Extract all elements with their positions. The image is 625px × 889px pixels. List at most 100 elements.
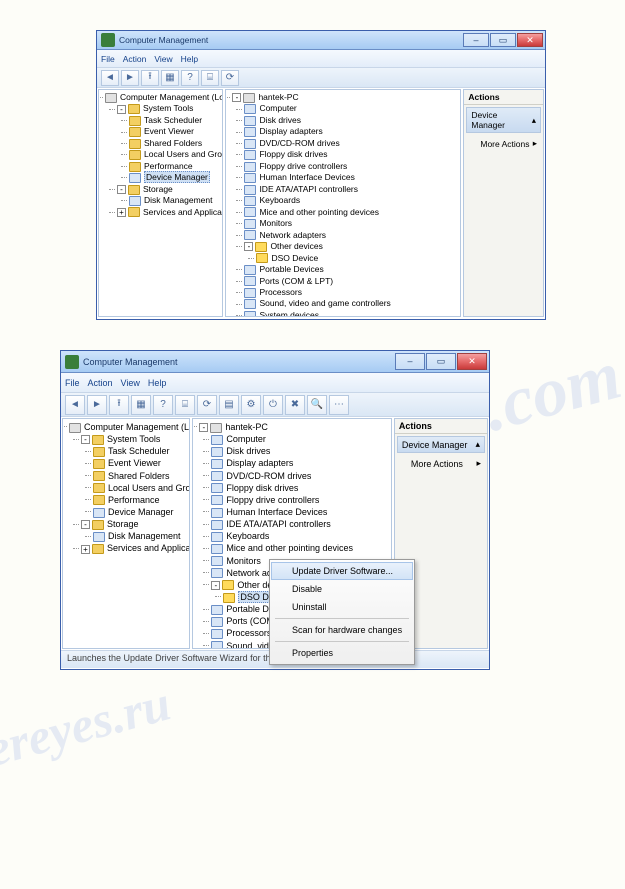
tree-item[interactable]: System devices xyxy=(244,310,458,317)
extra-icon[interactable]: ⋯ xyxy=(329,395,349,415)
tree-item[interactable]: Event Viewer xyxy=(129,126,220,137)
up-icon[interactable]: ⭱ xyxy=(109,395,129,415)
actions-section[interactable]: Device Manager▴ xyxy=(397,436,485,453)
forward-icon[interactable]: ► xyxy=(87,395,107,415)
menu-help[interactable]: Help xyxy=(181,54,198,64)
update-driver-icon[interactable]: ⚙ xyxy=(241,395,261,415)
scan-icon[interactable]: 🔍 xyxy=(307,395,327,415)
tree-item[interactable]: Local Users and Groups xyxy=(129,149,220,160)
tree-item[interactable]: Floppy drive controllers xyxy=(244,161,458,172)
expand-icon[interactable]: - xyxy=(117,185,126,194)
menu-scan-hardware[interactable]: Scan for hardware changes xyxy=(271,621,413,639)
tree-item[interactable]: Task Scheduler xyxy=(129,115,220,126)
tree-item[interactable]: Event Viewer xyxy=(93,457,187,469)
tree-item[interactable]: DVD/CD-ROM drives xyxy=(211,470,388,482)
tree-item[interactable]: -Other devices DSO Device xyxy=(244,241,458,264)
tree-item[interactable]: +Services and Applications xyxy=(117,207,220,218)
menu-view[interactable]: View xyxy=(154,54,172,64)
back-icon[interactable]: ◄ xyxy=(65,395,85,415)
expand-icon[interactable]: + xyxy=(117,208,126,217)
menu-disable[interactable]: Disable xyxy=(271,580,413,598)
help-icon[interactable]: ? xyxy=(153,395,173,415)
tree-item[interactable]: Mice and other pointing devices xyxy=(244,207,458,218)
export-icon[interactable]: ▤ xyxy=(219,395,239,415)
expand-icon[interactable]: - xyxy=(117,105,126,114)
tree-item[interactable]: Keyboards xyxy=(211,530,388,542)
tree-item[interactable]: DVD/CD-ROM drives xyxy=(244,138,458,149)
expand-icon[interactable]: - xyxy=(81,520,90,529)
menu-update-driver[interactable]: Update Driver Software... xyxy=(271,562,413,580)
menu-uninstall[interactable]: Uninstall xyxy=(271,598,413,616)
tree-item[interactable]: Computer xyxy=(211,433,388,445)
close-button[interactable]: ✕ xyxy=(457,353,487,370)
help-icon[interactable]: ? xyxy=(181,70,199,86)
tree-item-device-manager[interactable]: Device Manager xyxy=(93,506,187,518)
menu-file[interactable]: File xyxy=(65,378,80,388)
tree-item[interactable]: +Services and Applications xyxy=(81,542,187,554)
tree-item[interactable]: Processors xyxy=(244,287,458,298)
tree-item[interactable]: Performance xyxy=(93,494,187,506)
menu-view[interactable]: View xyxy=(121,378,140,388)
tree-item[interactable]: IDE ATA/ATAPI controllers xyxy=(244,184,458,195)
maximize-button[interactable]: ▭ xyxy=(426,353,456,370)
tree-item[interactable]: Floppy drive controllers xyxy=(211,494,388,506)
tree-item[interactable]: Disk Management xyxy=(93,530,187,542)
actions-more[interactable]: More Actions▸ xyxy=(464,135,543,152)
tree-item[interactable]: Keyboards xyxy=(244,195,458,206)
tree-item[interactable]: Monitors xyxy=(244,218,458,229)
device-tree[interactable]: -hantek-PC Computer Disk drives Display … xyxy=(225,89,461,317)
tree-item[interactable]: Shared Folders xyxy=(129,138,220,149)
expand-icon[interactable]: + xyxy=(81,545,90,554)
forward-icon[interactable]: ► xyxy=(121,70,139,86)
maximize-button[interactable]: ▭ xyxy=(490,33,516,47)
tree-item[interactable]: Network adapters xyxy=(244,230,458,241)
tree-item[interactable]: Disk drives xyxy=(211,445,388,457)
expand-icon[interactable]: - xyxy=(244,242,253,251)
tree-item[interactable]: Computer xyxy=(244,103,458,114)
expand-icon[interactable]: - xyxy=(211,581,220,590)
nav-tree[interactable]: Computer Management (Local) -System Tool… xyxy=(62,418,190,649)
titlebar[interactable]: Computer Management – ▭ ✕ xyxy=(61,351,489,373)
menu-file[interactable]: File xyxy=(101,54,115,64)
minimize-button[interactable]: – xyxy=(395,353,425,370)
tree-item[interactable]: Local Users and Groups xyxy=(93,482,187,494)
titlebar[interactable]: Computer Management – ▭ ✕ xyxy=(97,31,545,50)
expand-icon[interactable]: - xyxy=(81,435,90,444)
tree-item[interactable]: Display adapters xyxy=(211,457,388,469)
minimize-button[interactable]: – xyxy=(463,33,489,47)
tree-item[interactable]: Floppy disk drives xyxy=(211,482,388,494)
expand-icon[interactable]: - xyxy=(199,423,208,432)
tree-item[interactable]: Task Scheduler xyxy=(93,445,187,457)
actions-section[interactable]: Device Manager▴ xyxy=(466,107,541,133)
tree-item-dso[interactable]: DSO Device xyxy=(256,253,458,264)
nav-tree[interactable]: Computer Management (Local) -System Tool… xyxy=(98,89,223,317)
actions-more[interactable]: More Actions▸ xyxy=(395,455,487,472)
show-hide-icon[interactable]: ▦ xyxy=(161,70,179,86)
close-button[interactable]: ✕ xyxy=(517,33,543,47)
tree-item[interactable]: Shared Folders xyxy=(93,470,187,482)
tree-item[interactable]: Mice and other pointing devices xyxy=(211,542,388,554)
uninstall-icon[interactable]: ✖ xyxy=(285,395,305,415)
refresh-icon[interactable]: ⟳ xyxy=(197,395,217,415)
menu-action[interactable]: Action xyxy=(123,54,147,64)
properties-icon[interactable]: ⌸ xyxy=(175,395,195,415)
show-hide-icon[interactable]: ▦ xyxy=(131,395,151,415)
tree-item[interactable]: Disk Management xyxy=(129,195,220,206)
tree-item[interactable]: Floppy disk drives xyxy=(244,149,458,160)
refresh-icon[interactable]: ⟳ xyxy=(221,70,239,86)
menu-help[interactable]: Help xyxy=(148,378,167,388)
tree-item-device-manager[interactable]: Device Manager xyxy=(129,172,220,183)
tree-item[interactable]: Portable Devices xyxy=(244,264,458,275)
tree-item[interactable]: Ports (COM & LPT) xyxy=(244,276,458,287)
properties-icon[interactable]: ⌸ xyxy=(201,70,219,86)
tree-item[interactable]: IDE ATA/ATAPI controllers xyxy=(211,518,388,530)
back-icon[interactable]: ◄ xyxy=(101,70,119,86)
tree-item[interactable]: Display adapters xyxy=(244,126,458,137)
expand-icon[interactable]: - xyxy=(232,93,241,102)
up-icon[interactable]: ⭱ xyxy=(141,70,159,86)
menu-properties[interactable]: Properties xyxy=(271,644,413,662)
tree-item[interactable]: Sound, video and game controllers xyxy=(244,298,458,309)
tree-item[interactable]: Disk drives xyxy=(244,115,458,126)
tree-item[interactable]: Human Interface Devices xyxy=(211,506,388,518)
menu-action[interactable]: Action xyxy=(88,378,113,388)
